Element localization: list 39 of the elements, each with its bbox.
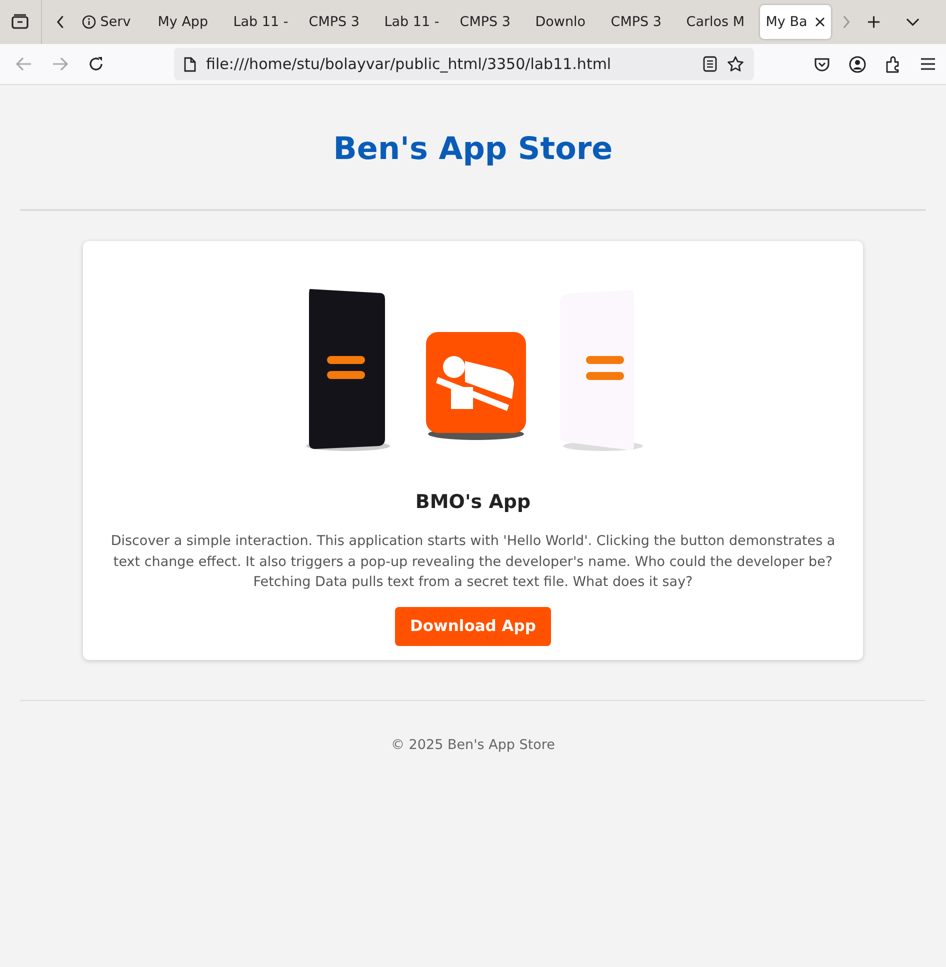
browser-tab[interactable]: Downlo bbox=[529, 5, 605, 39]
menu-icon[interactable] bbox=[921, 58, 935, 70]
reader-view-icon[interactable] bbox=[703, 56, 717, 72]
browser-tab[interactable]: Lab 11 - bbox=[227, 5, 303, 39]
footer-text: © 2025 Ben's App Store bbox=[390, 736, 556, 752]
tab-title: My App bbox=[158, 14, 208, 30]
new-tab-icon[interactable] bbox=[866, 15, 880, 29]
app-name: BMO's App bbox=[415, 491, 531, 513]
browser-tab[interactable]: CMPS 3 bbox=[302, 5, 378, 39]
tab-title: Lab 11 - bbox=[384, 14, 440, 30]
tab-title: CMPS 3 bbox=[308, 14, 360, 30]
browser-tab[interactable]: Lab 11 - bbox=[378, 5, 454, 39]
tab-title: CMPS 3 bbox=[610, 14, 662, 30]
url-text: file:///home/stu/bolayvar/public_html/3350/lab11.html bbox=[206, 55, 612, 73]
reload-icon[interactable] bbox=[88, 56, 104, 72]
page-icon bbox=[184, 56, 196, 72]
account-icon[interactable] bbox=[849, 56, 866, 72]
tab-title: My Ba bbox=[766, 14, 808, 30]
browser-tab[interactable]: My App bbox=[152, 5, 228, 39]
browser-tab[interactable]: CMPS 3 bbox=[604, 5, 680, 39]
scroll-left-icon[interactable] bbox=[56, 15, 66, 29]
browser-tab[interactable]: Carlos M bbox=[680, 5, 756, 39]
tab-title: Downlo bbox=[535, 14, 586, 30]
browser-tab[interactable]: Serv bbox=[76, 5, 152, 39]
tab-menu-icon[interactable] bbox=[906, 17, 920, 27]
browser-tab[interactable]: My Ba bbox=[760, 5, 832, 39]
close-tab-icon[interactable] bbox=[815, 17, 826, 27]
tab-title: CMPS 3 bbox=[460, 14, 510, 30]
tab-title: Carlos M bbox=[686, 14, 744, 30]
address-bar[interactable]: file:///home/stu/bolayvar/public_html/3350/lab11.html bbox=[174, 48, 754, 80]
pocket-icon[interactable] bbox=[814, 56, 830, 72]
site-title: Ben's App Store bbox=[332, 130, 614, 169]
browser-tab[interactable]: CMPS 3 bbox=[454, 5, 530, 39]
info-icon bbox=[82, 15, 96, 29]
app-description: Discover a simple interaction. This application starts with 'Hello World'. Clicking the button demonstrates a text change effect. It also triggers a pop-up revealing the developer's name. Who could the developer be? Fetching Data pulls text from a secret text file. What does it say? bbox=[110, 532, 836, 592]
tab-title: Lab 11 - bbox=[233, 14, 288, 30]
bookmark-star-icon[interactable] bbox=[727, 56, 744, 72]
tab-title: Serv bbox=[100, 14, 131, 30]
tab-list-icon[interactable] bbox=[11, 14, 30, 30]
